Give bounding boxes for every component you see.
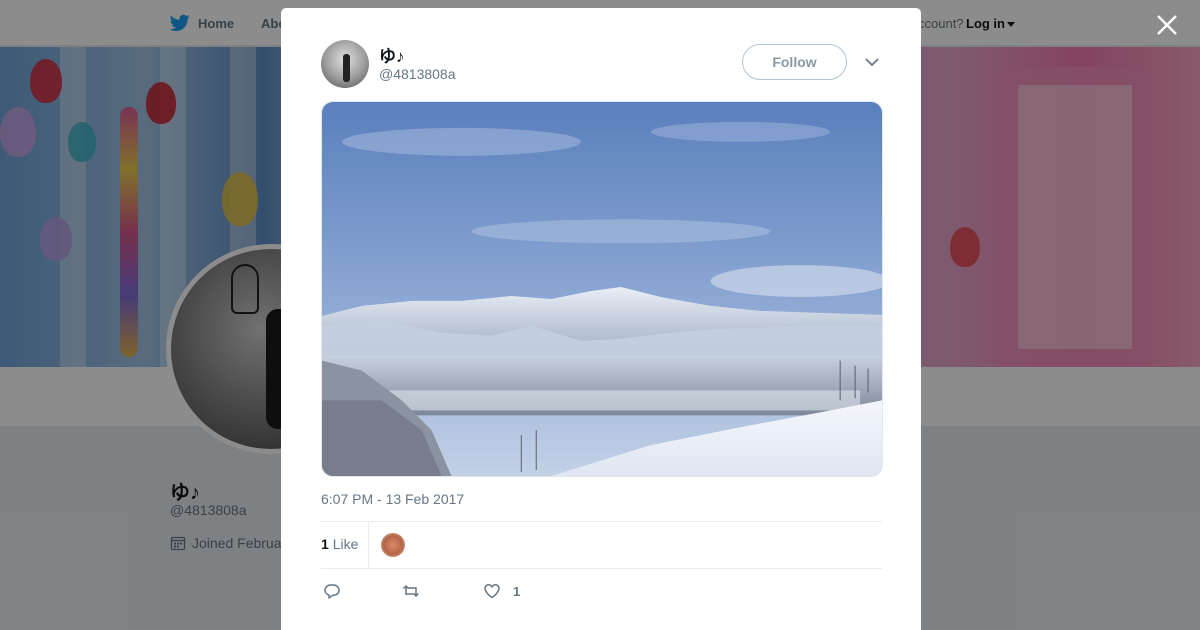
like-button[interactable]: 1 bbox=[483, 582, 520, 600]
retweet-button[interactable] bbox=[402, 582, 420, 600]
snowy-mountain-photo bbox=[322, 102, 882, 476]
figure-shape bbox=[343, 54, 350, 82]
reply-icon bbox=[324, 584, 340, 599]
tweet-photo[interactable] bbox=[321, 101, 883, 477]
author-avatar[interactable] bbox=[321, 40, 369, 88]
divider bbox=[321, 521, 882, 522]
close-icon bbox=[1157, 15, 1177, 35]
divider bbox=[368, 522, 369, 568]
author-name[interactable]: ゆ♪ bbox=[379, 42, 405, 67]
like-action-count: 1 bbox=[513, 583, 521, 599]
liker-avatar[interactable] bbox=[381, 533, 405, 557]
tweet-modal: ゆ♪ @4813808a Follow 6:07 PM - 13 Feb 201… bbox=[281, 8, 921, 630]
close-button[interactable] bbox=[1154, 12, 1180, 38]
more-options-button[interactable] bbox=[864, 55, 880, 69]
heart-icon bbox=[484, 584, 500, 599]
chevron-down-icon bbox=[865, 58, 879, 67]
author-handle[interactable]: @4813808a bbox=[379, 66, 456, 82]
likes-number: 1 bbox=[321, 536, 329, 552]
reply-button[interactable] bbox=[323, 582, 341, 600]
likes-label: Like bbox=[332, 536, 359, 552]
retweet-icon bbox=[402, 584, 420, 598]
tweet-timestamp[interactable]: 6:07 PM - 13 Feb 2017 bbox=[321, 491, 464, 507]
likes-count[interactable]: 1 Like bbox=[321, 536, 358, 552]
follow-button[interactable]: Follow bbox=[742, 44, 847, 80]
divider bbox=[321, 568, 882, 569]
